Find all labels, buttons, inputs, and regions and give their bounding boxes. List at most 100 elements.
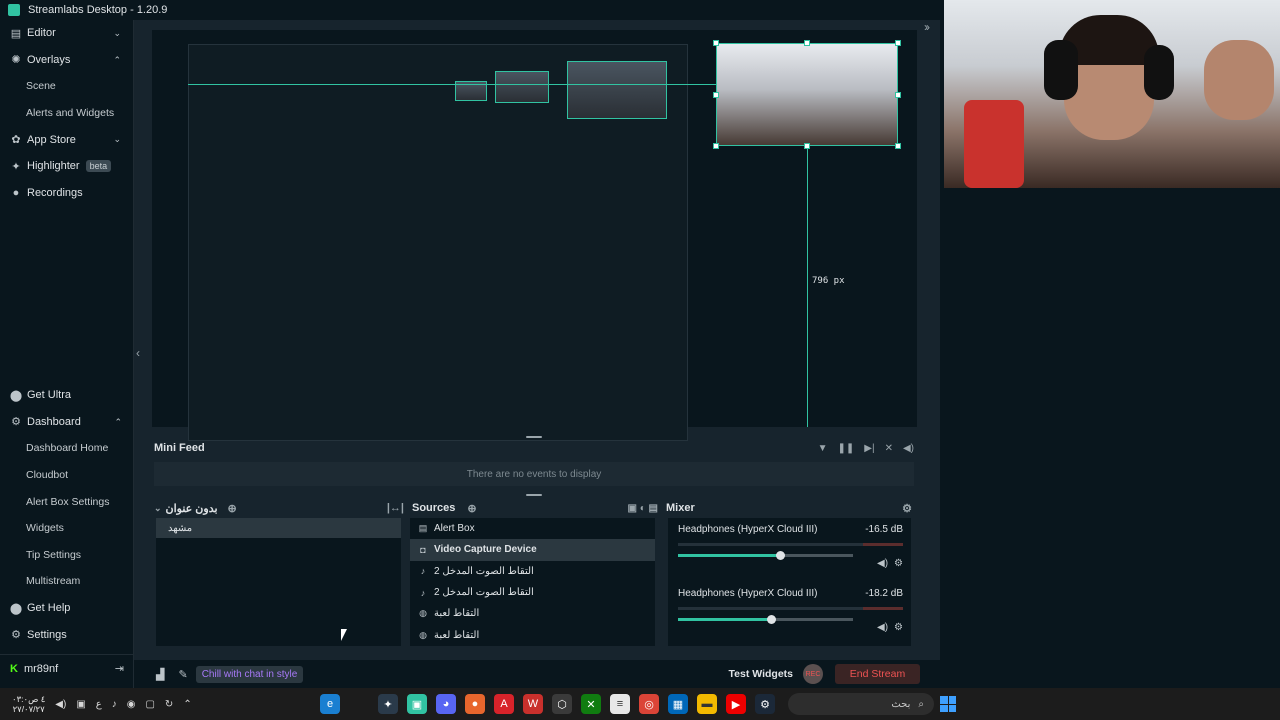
sidebar-item-get-ultra[interactable]: ⬤ Get Ultra [0, 382, 134, 409]
source-label: التقاط الصوت المدخل 2 [434, 565, 534, 577]
source-item[interactable]: ▤ Alert Box [410, 518, 655, 539]
sidebar-item-overlays[interactable]: ✺ Overlays ⌃ [0, 47, 133, 74]
notepad-app-icon[interactable]: ≡ [610, 694, 630, 714]
user-row[interactable]: K mr89nf ⇥ [0, 654, 134, 682]
chevron-down-icon[interactable]: ⌄ [113, 134, 121, 145]
resize-handle-mr[interactable] [895, 92, 901, 98]
sync-tray-icon[interactable]: ↻ [165, 699, 173, 710]
speaker-icon[interactable]: ◀) [877, 622, 888, 633]
taskbar-clock[interactable]: ۰۳:۰٤ ص ۲۷/۰۷/۲٧ [12, 694, 45, 714]
source-item[interactable]: ♪ التقاط الصوت المدخل 2 [410, 561, 655, 582]
gear-icon[interactable]: ⚙ [894, 622, 903, 633]
chat-icon[interactable]: ✎ [178, 668, 187, 681]
gear-icon[interactable]: ⚙ [894, 558, 903, 569]
app-tray-icon[interactable]: ▢ [145, 699, 154, 710]
mute-alerts-icon[interactable]: ✕ [885, 443, 893, 454]
sidebar-item-alerts-and-widgets[interactable]: Alerts and Widgets [0, 100, 133, 127]
scene-transitions-icon[interactable]: |↔| [387, 502, 404, 514]
add-source-icon[interactable]: ⊕ [467, 502, 476, 515]
office-app-icon[interactable]: ● [465, 694, 485, 714]
resize-grip-bottom[interactable] [526, 494, 542, 496]
shield-tray-icon[interactable]: ◉ [127, 699, 136, 710]
volume-icon[interactable]: ◀) [903, 443, 914, 454]
panel-toggle-icon[interactable]: › [926, 20, 930, 34]
skip-icon[interactable]: ▶| [864, 443, 874, 454]
collapse-left-arrow-icon[interactable]: ‹ [136, 346, 140, 360]
streamlabs-app-icon[interactable]: ▣ [407, 694, 427, 714]
volume-slider[interactable] [678, 615, 853, 624]
volume-slider[interactable] [678, 551, 853, 560]
sidebar-item-editor[interactable]: ▤ Editor ⌄ [0, 20, 133, 47]
steam-app-icon[interactable]: ⚙ [755, 694, 775, 714]
sidebar-item-recordings[interactable]: ● Recordings [0, 180, 133, 207]
resize-handle-ml[interactable] [713, 92, 719, 98]
sidebar-item-app-store[interactable]: ✿ App Store ⌄ [0, 126, 133, 153]
mixer-settings-icon[interactable]: ⚙ [902, 502, 912, 515]
stats-icon[interactable]: ▟ [156, 668, 164, 681]
test-widgets-button[interactable]: Test Widgets [729, 668, 793, 680]
webcam-source-selected[interactable] [713, 40, 901, 149]
source-item[interactable]: ◍ التقاط لعبة [410, 603, 655, 624]
sidebar-item-settings[interactable]: ⚙ Settings [0, 621, 134, 648]
sidebar-item-multistream[interactable]: Multistream [0, 568, 134, 595]
chrome-app-icon[interactable]: ◎ [639, 694, 659, 714]
scenes-collapse-icon[interactable]: ⌄ [154, 503, 162, 514]
store-app-icon[interactable]: ▦ [668, 694, 688, 714]
resize-handle-tl[interactable] [713, 40, 719, 46]
end-stream-button[interactable]: End Stream [835, 664, 920, 684]
language-indicator[interactable]: ع [96, 699, 102, 710]
sidebar-item-dashboard[interactable]: ⚙ Dashboard ⌃ [0, 409, 134, 436]
davinci-app-icon[interactable]: ✦ [378, 694, 398, 714]
resize-handle-br[interactable] [895, 143, 901, 149]
chevron-down-icon[interactable]: ⌄ [113, 28, 121, 39]
youtube-app-icon[interactable]: ▶ [726, 694, 746, 714]
sidebar-item-get-help[interactable]: ⬤ Get Help [0, 595, 134, 622]
add-scene-icon[interactable]: ⊕ [228, 502, 237, 515]
logout-icon[interactable]: ⇥ [115, 662, 124, 675]
volume-meter [678, 543, 903, 546]
volume-tray-icon[interactable]: ◀) [55, 699, 66, 710]
xbox-app-icon[interactable]: ✕ [581, 694, 601, 714]
sidebar-item-dashboard-home[interactable]: Dashboard Home [0, 435, 134, 462]
source-item[interactable]: ◘ Video Capture Device [410, 539, 655, 561]
sidebar-item-scene[interactable]: Scene [0, 73, 133, 100]
source-item[interactable]: ◍ التقاط لعبة [410, 624, 655, 645]
explorer-app-icon[interactable]: ▬ [697, 694, 717, 714]
sidebar-item-highlighter[interactable]: ✦ Highlighter beta [0, 153, 133, 180]
sidebar-item-alert-box-settings[interactable]: Alert Box Settings [0, 488, 134, 515]
taskbar-search[interactable]: بحث ⌕ [788, 693, 934, 715]
show-hidden-icons[interactable]: ⌃ [183, 699, 191, 710]
clock-time: ۰۳:۰٤ ص [12, 694, 46, 704]
resize-handle-bc[interactable] [804, 143, 810, 149]
sidebar-item-tip-settings[interactable]: Tip Settings [0, 542, 134, 569]
filter-icon[interactable]: ▼ [818, 443, 828, 454]
edge-app-icon[interactable]: e [320, 694, 340, 714]
sidebar-item-label: Multistream [26, 575, 81, 588]
resize-handle-tc[interactable] [804, 40, 810, 46]
editor-canvas[interactable]: 796 px [152, 30, 917, 441]
discord-app-icon[interactable]: ◕ [436, 694, 456, 714]
acrobat-app-icon[interactable]: A [494, 694, 514, 714]
unity-app-icon[interactable]: ⬡ [552, 694, 572, 714]
resize-handle-bl[interactable] [713, 143, 719, 149]
volume-slider-knob[interactable] [775, 551, 785, 560]
volume-slider-knob[interactable] [766, 615, 776, 624]
mic-tray-icon[interactable]: ♪ [112, 699, 117, 710]
resize-handle-tr[interactable] [895, 40, 901, 46]
source-tools-icons[interactable]: ▣ ◐ ▤ [628, 503, 659, 514]
chevron-up-icon[interactable]: ⌃ [113, 55, 121, 66]
network-tray-icon[interactable]: ▣ [76, 699, 85, 710]
pause-icon[interactable]: ❚❚ [838, 443, 855, 454]
sidebar-item-cloudbot[interactable]: Cloudbot [0, 462, 134, 489]
sidebar-item-widgets[interactable]: Widgets [0, 515, 134, 542]
scene-item[interactable]: مشهد [156, 518, 401, 538]
chevron-up-icon[interactable]: ⌃ [114, 417, 122, 428]
chill-with-chat-button[interactable]: Chill with chat in style [195, 665, 304, 683]
nested-display-capture[interactable] [188, 44, 688, 441]
source-label: Video Capture Device [434, 544, 537, 556]
wps-app-icon[interactable]: W [523, 694, 543, 714]
source-item[interactable]: ♪ التقاط الصوت المدخل 2 [410, 582, 655, 603]
record-button[interactable]: REC [803, 664, 823, 684]
speaker-icon[interactable]: ◀) [877, 558, 888, 569]
windows-start-icon[interactable] [940, 696, 956, 712]
